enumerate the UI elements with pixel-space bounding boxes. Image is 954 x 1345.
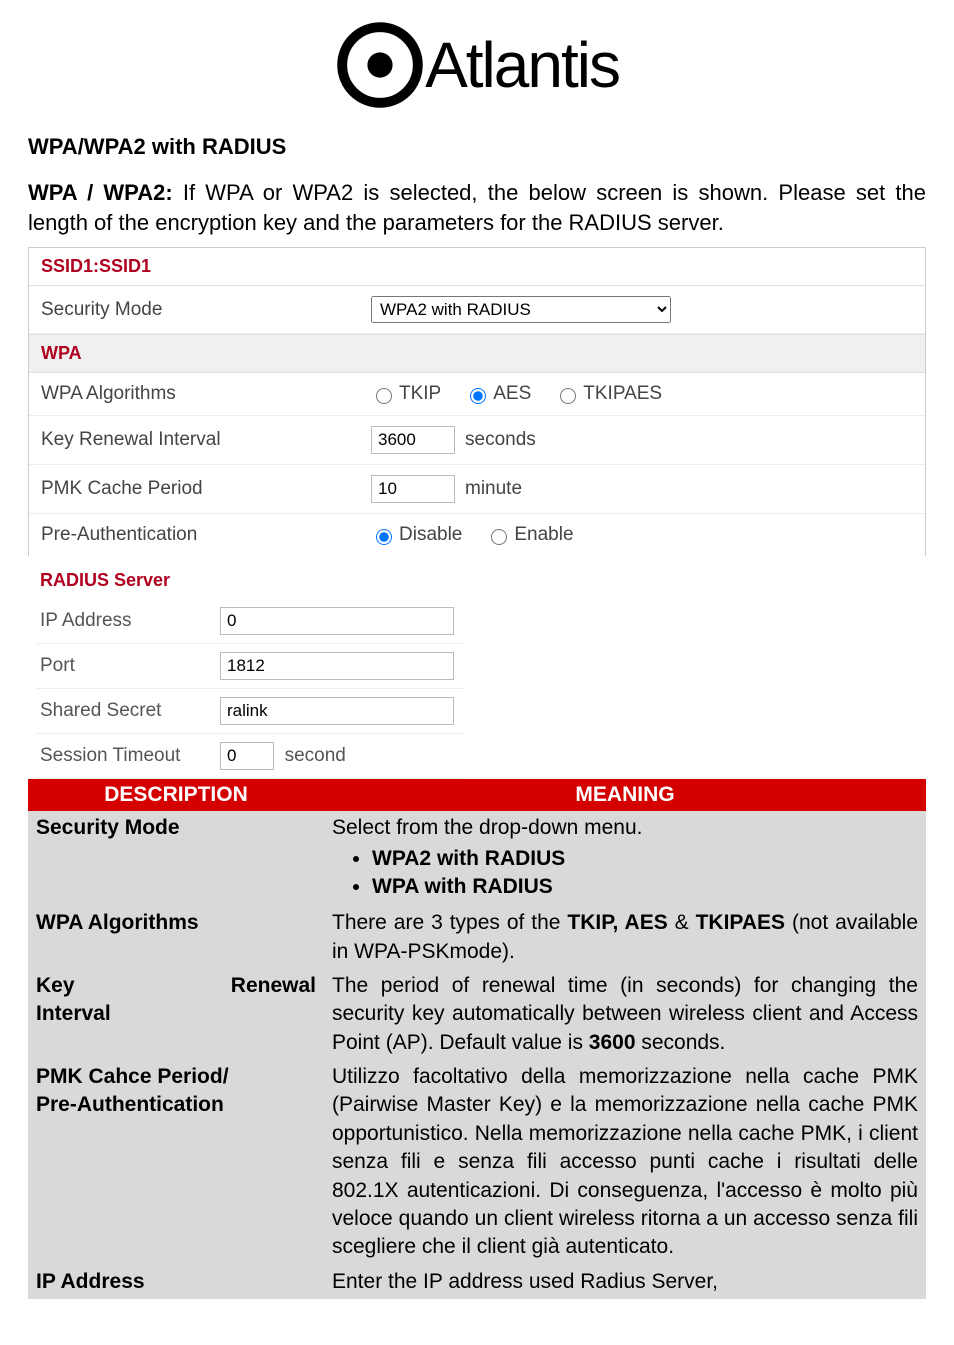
form-panel: SSID1:SSID1 Security Mode WPA2 with RADI… — [28, 247, 926, 556]
r3-label: Key Renewal Interval — [28, 969, 324, 1060]
session-input[interactable] — [220, 742, 274, 770]
hdr-description: DESCRIPTION — [28, 779, 324, 811]
port-input[interactable] — [220, 652, 454, 680]
minute-label: minute — [465, 478, 522, 500]
preauth-row: Pre-Authentication Disable Enable — [29, 514, 925, 556]
radius-panel: RADIUS Server IP Address Port Shared Sec… — [28, 560, 926, 779]
hdr-meaning: MEANING — [324, 779, 926, 811]
r3-meaning: The period of renewal time (in seconds) … — [324, 969, 926, 1060]
r1-li1: WPA2 with RADIUS — [372, 845, 918, 873]
r5-label: IP Address — [28, 1265, 324, 1299]
aes-radio-label[interactable]: AES — [465, 383, 531, 405]
ip-label: IP Address — [36, 599, 210, 644]
secret-row: Shared Secret — [36, 689, 464, 734]
atlantis-logo-icon — [335, 20, 425, 110]
row-ip-address: IP Address Enter the IP address used Rad… — [28, 1265, 926, 1299]
r2-label: WPA Algorithms — [28, 906, 324, 969]
tkipaes-radio[interactable] — [560, 388, 576, 404]
intro-paragraph: WPA / WPA2: If WPA or WPA2 is selected, … — [28, 178, 926, 237]
r4-meaning: Utilizzo facoltativo della memorizzazion… — [324, 1060, 926, 1264]
description-table: DESCRIPTION MEANING Security Mode Select… — [28, 779, 926, 1299]
disable-radio-label[interactable]: Disable — [371, 524, 462, 546]
pmk-label: PMK Cache Period — [41, 478, 371, 500]
row-security-mode: Security Mode Select from the drop-down … — [28, 811, 926, 906]
logo-block: Atlantis — [0, 0, 954, 120]
r4-label: PMK Cahce Period/ Pre-Authentication — [28, 1060, 324, 1264]
preauth-label: Pre-Authentication — [41, 524, 371, 546]
wpa-algorithms-row: WPA Algorithms TKIP AES TKIPAES — [29, 373, 925, 416]
ip-row: IP Address — [36, 599, 464, 644]
security-mode-row: Security Mode WPA2 with RADIUS — [29, 286, 925, 334]
enable-radio-label[interactable]: Enable — [486, 524, 573, 546]
secret-label: Shared Secret — [36, 689, 210, 734]
pmk-input[interactable] — [371, 475, 455, 503]
desc-header-row: DESCRIPTION MEANING — [28, 779, 926, 811]
security-mode-select[interactable]: WPA2 with RADIUS — [371, 296, 671, 323]
port-label: Port — [36, 644, 210, 689]
tkipaes-radio-label[interactable]: TKIPAES — [555, 383, 662, 405]
intro-lead: WPA / WPA2: — [28, 180, 173, 205]
secret-input[interactable] — [220, 697, 454, 725]
radius-table: IP Address Port Shared Secret Session Ti… — [36, 599, 464, 779]
row-key-renewal: Key Renewal Interval The period of renew… — [28, 969, 926, 1060]
security-mode-label: Security Mode — [41, 299, 371, 321]
seconds-label: seconds — [465, 429, 536, 451]
radius-header: RADIUS Server — [28, 560, 926, 599]
logo-text: Atlantis — [425, 29, 619, 101]
port-row: Port — [36, 644, 464, 689]
r1-label: Security Mode — [28, 811, 324, 906]
enable-radio[interactable] — [491, 529, 507, 545]
session-row: Session Timeout second — [36, 734, 464, 779]
wpa-section-header: WPA — [29, 334, 925, 373]
disable-radio[interactable] — [376, 529, 392, 545]
key-renewal-input[interactable] — [371, 426, 455, 454]
ssid-header: SSID1:SSID1 — [29, 248, 925, 286]
pmk-row: PMK Cache Period minute — [29, 465, 925, 514]
r1-li2: WPA with RADIUS — [372, 873, 918, 901]
r5-meaning: Enter the IP address used Radius Server, — [324, 1265, 926, 1299]
key-renewal-label: Key Renewal Interval — [41, 429, 371, 451]
ip-input[interactable] — [220, 607, 454, 635]
row-wpa-algorithms: WPA Algorithms There are 3 types of the … — [28, 906, 926, 969]
tkip-radio-label[interactable]: TKIP — [371, 383, 441, 405]
section-heading: WPA/WPA2 with RADIUS — [28, 134, 926, 160]
key-renewal-row: Key Renewal Interval seconds — [29, 416, 925, 465]
second-unit: second — [285, 745, 346, 766]
aes-radio[interactable] — [470, 388, 486, 404]
r2-meaning: There are 3 types of the TKIP, AES & TKI… — [324, 906, 926, 969]
tkip-radio[interactable] — [376, 388, 392, 404]
r1-meaning: Select from the drop-down menu. WPA2 wit… — [324, 811, 926, 906]
wpa-algorithms-label: WPA Algorithms — [41, 383, 371, 405]
session-label: Session Timeout — [36, 734, 210, 779]
row-pmk-preauth: PMK Cahce Period/ Pre-Authentication Uti… — [28, 1060, 926, 1264]
